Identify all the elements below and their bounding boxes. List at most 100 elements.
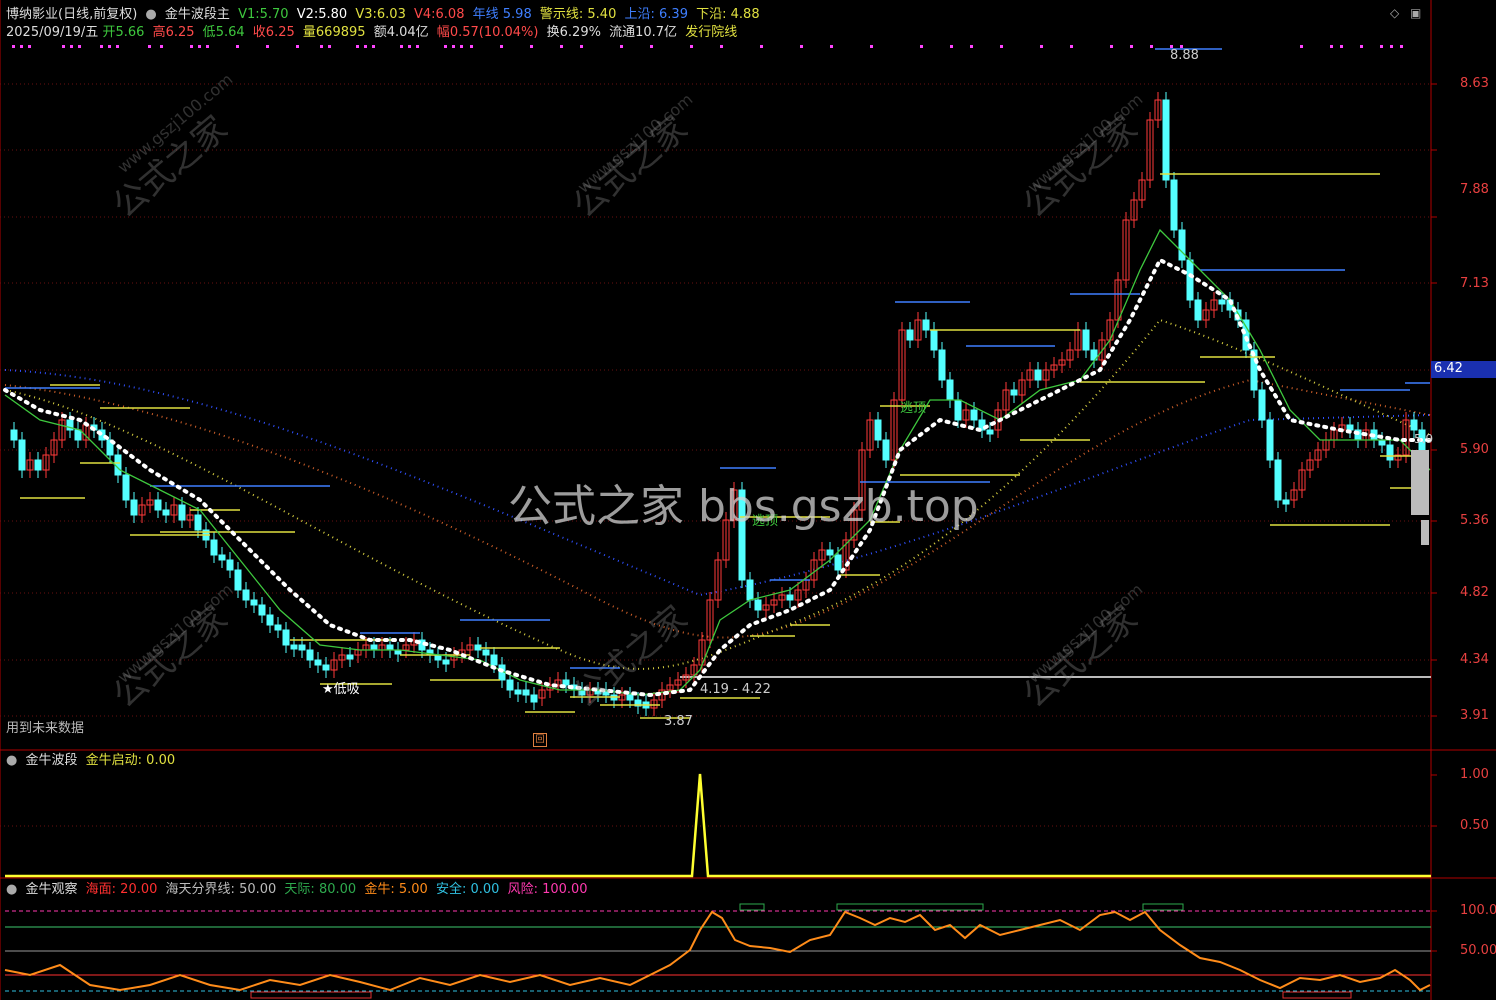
v1-label: V1: xyxy=(238,7,260,22)
last-candle-box xyxy=(1411,450,1429,515)
signal-dot xyxy=(830,45,833,48)
signal-dot xyxy=(408,45,411,48)
candle-body xyxy=(1282,499,1290,505)
candle-body xyxy=(258,604,266,616)
axis-label: 4.34 xyxy=(1460,652,1489,667)
signal-dot xyxy=(148,45,151,48)
signal-dot xyxy=(1150,45,1153,48)
quote-bar: 2025/09/19/五 开5.66 高6.25 低5.64 收6.25 量66… xyxy=(6,25,741,41)
candle-body xyxy=(938,349,946,381)
high-label: 高 xyxy=(152,25,166,40)
axis-label: 50.00 xyxy=(1460,943,1496,958)
fenjie-label: 海天分界线: xyxy=(165,882,235,897)
signal-dot xyxy=(12,45,15,48)
jinniu-start-value: 0.00 xyxy=(146,753,176,768)
window-icon[interactable]: ▣ xyxy=(1410,6,1421,20)
candle-body xyxy=(1082,329,1090,351)
candle-body xyxy=(234,569,242,591)
signal-dot xyxy=(206,45,209,48)
signal-dot xyxy=(1330,45,1333,48)
candle-body xyxy=(130,499,138,516)
candle-body xyxy=(482,649,490,656)
signal-dot xyxy=(70,45,73,48)
candle-body xyxy=(786,594,794,601)
issue-tag[interactable]: 发行院线 xyxy=(685,25,737,40)
signal-dot xyxy=(920,45,923,48)
gear-icon[interactable]: ● xyxy=(145,7,156,22)
green-risk-blocks xyxy=(739,903,1184,911)
signal-dot xyxy=(116,45,119,48)
fenjie-value: 50.00 xyxy=(239,882,277,897)
candle-body xyxy=(754,599,762,611)
candle-body xyxy=(314,659,322,666)
gear-icon[interactable]: ● xyxy=(6,753,17,768)
signal-dot xyxy=(1400,45,1403,48)
signal-dot xyxy=(1070,45,1073,48)
close-value: 6.25 xyxy=(265,25,295,40)
low-label: 低 xyxy=(202,25,216,40)
diamond-icon[interactable]: ◇ xyxy=(1390,6,1399,20)
high-value: 6.25 xyxy=(165,25,195,40)
candle-body xyxy=(1010,389,1018,396)
haimian-label: 海面: xyxy=(85,882,117,897)
axis-label: 7.13 xyxy=(1460,276,1489,291)
close-label: 收 xyxy=(252,25,266,40)
candle-body xyxy=(1346,424,1354,431)
candle-body xyxy=(1218,299,1226,305)
signal-dot xyxy=(720,45,723,48)
current-price-tag: 6.42 xyxy=(1434,361,1463,376)
candle-body xyxy=(250,599,258,606)
candle-body xyxy=(882,439,890,461)
candle-body xyxy=(1266,419,1274,461)
panel2-title[interactable]: 金牛波段 xyxy=(25,753,77,768)
signal-dot xyxy=(690,45,693,48)
candle-body xyxy=(34,459,42,471)
axis-label: 5.90 xyxy=(1460,442,1489,457)
shangyan-value: 6.39 xyxy=(659,7,688,22)
candle-body xyxy=(986,429,994,435)
open-value: 5.66 xyxy=(115,25,145,40)
candle-body xyxy=(1186,259,1194,301)
xiayan-value: 4.88 xyxy=(730,7,760,22)
gear-icon[interactable]: ● xyxy=(6,882,17,897)
axis-label: 8.63 xyxy=(1460,76,1489,91)
panel3-header: ● 金牛观察 海面: 20.00 海天分界线: 50.00 天际: 80.00 … xyxy=(6,882,592,898)
candle-body xyxy=(290,644,298,650)
signal-dot xyxy=(1340,45,1343,48)
shangyan-label: 上沿: xyxy=(624,7,655,22)
turn-value: 6.29% xyxy=(559,25,601,40)
candle-body xyxy=(226,559,234,571)
chg-value: 0.57(10.04%) xyxy=(449,25,539,40)
candle-body xyxy=(490,654,498,666)
signal-dot xyxy=(356,45,359,48)
open-label: 开 xyxy=(102,25,116,40)
signal-dot xyxy=(416,45,419,48)
candle-body xyxy=(298,644,306,651)
axis-label: 4.82 xyxy=(1460,585,1489,600)
v1-value: 5.70 xyxy=(259,7,289,22)
signal-dot xyxy=(236,45,239,48)
candle-body xyxy=(442,659,450,665)
v2-value: 5.80 xyxy=(318,7,348,22)
signal-dot xyxy=(1390,45,1393,48)
indicator-name[interactable]: 金牛波段主 xyxy=(165,7,230,22)
signal-dot xyxy=(870,45,873,48)
nianxian-value: 5.98 xyxy=(502,7,532,22)
candle-body xyxy=(18,439,26,471)
candle-body xyxy=(1258,389,1266,421)
panel3-title[interactable]: 金牛观察 xyxy=(25,882,77,897)
candle-body xyxy=(954,399,962,421)
jinniu-value: 5.00 xyxy=(398,882,428,897)
candle-body xyxy=(370,644,378,651)
future-data-note: 用到未来数据 xyxy=(6,721,85,736)
jinniu-label: 金牛: xyxy=(364,882,395,897)
marker-icon[interactable]: 回 xyxy=(533,733,547,747)
signal-dot xyxy=(560,45,563,48)
vol-value: 669895 xyxy=(315,25,366,40)
candle-body xyxy=(1274,459,1282,501)
signal-dot xyxy=(320,45,323,48)
candle-body xyxy=(922,319,930,331)
fengxian-label: 风险: xyxy=(507,882,538,897)
candle-body xyxy=(1194,299,1202,321)
candle-body xyxy=(346,654,354,660)
